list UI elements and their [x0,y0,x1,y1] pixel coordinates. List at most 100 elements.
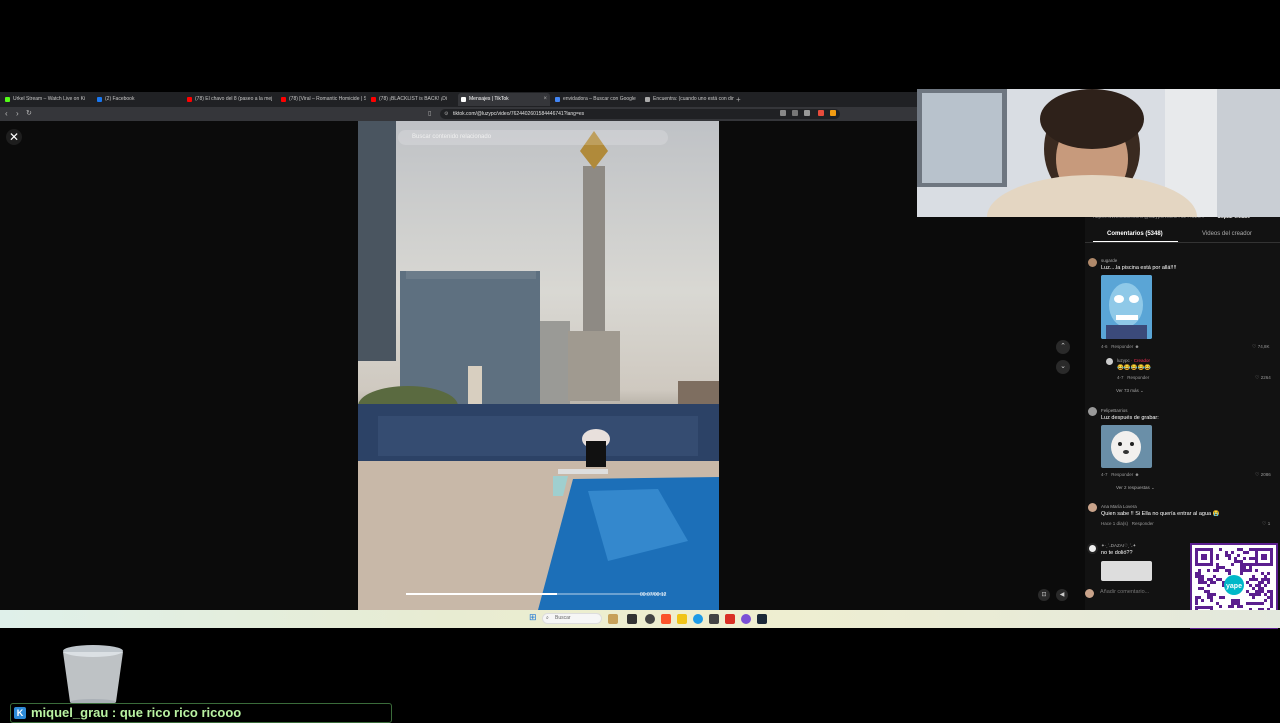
windows-start-icon[interactable]: ⊞ [529,613,538,622]
qr-module [1249,602,1252,605]
back-icon[interactable]: ‹ [5,107,8,121]
qr-module [1213,575,1216,578]
avatar[interactable] [1088,503,1097,512]
view-more-replies[interactable]: Ver 2 respuestas ⌄ [1116,485,1155,491]
related-search-input[interactable]: Buscar contenido relacionado [398,130,668,145]
tab-favicon-icon [555,97,560,102]
brave-icon[interactable] [661,614,671,624]
browser-tab[interactable]: (78) ¡BLACKLIST is BACK! ¡Di [368,93,456,106]
qr-module [1255,602,1258,605]
browser-tab[interactable]: (2) Facebook [94,93,182,106]
qr-module [1210,599,1213,602]
qr-module [1216,566,1219,569]
comment-image[interactable] [1101,561,1152,581]
reply-button[interactable]: Responder [1127,375,1149,380]
comment-gif[interactable] [1101,275,1152,339]
browser-tab[interactable]: Mensajes | TikTok × [458,93,550,106]
extension-icon[interactable] [818,110,824,116]
obs-icon[interactable] [741,614,751,624]
video-player[interactable]: Buscar contenido relacionado 00:07/00:12 [358,121,719,610]
browser-tab[interactable]: (78) El chavo del 8 (paseo a la mej [184,93,274,106]
app-icon[interactable] [725,614,735,624]
qr-module [1258,581,1261,584]
avatar[interactable] [1106,358,1113,365]
heart-icon[interactable]: ♡ [1252,344,1256,350]
qr-module [1255,569,1258,572]
qr-module [1267,590,1270,593]
extension-icon[interactable] [792,110,798,116]
qr-module [1252,575,1255,578]
comment-username[interactable]: sugarde [1101,258,1117,263]
comment-username[interactable]: Ana María Lovera [1101,504,1137,509]
avatar[interactable] [1088,258,1097,267]
close-tab-icon[interactable]: × [543,93,547,106]
heart-icon[interactable]: ♡ [1255,375,1259,381]
reply-button[interactable]: Responder [1111,344,1133,349]
progress-fill [406,593,557,595]
divider [1085,242,1280,243]
qr-module [1249,566,1252,569]
browser-tab[interactable]: Encuentra: (cuando uno está con din [642,93,734,106]
app-icon[interactable] [645,614,655,624]
bookmark-icon[interactable]: ▯ [428,107,431,121]
qr-module [1216,578,1219,581]
reply-button[interactable]: Responder [1111,472,1133,477]
comment-username[interactable]: luzypc [1117,358,1130,363]
taskbar-search[interactable]: ⌕ Buscar [542,613,602,624]
site-info-icon[interactable]: ⚙ [444,109,448,119]
tab-favicon-icon [97,97,102,102]
next-video-button[interactable]: ⌄ [1056,360,1070,374]
browser-tab[interactable]: (78) [Viral – Romantic Homicide | Su [278,93,366,106]
extension-icon[interactable] [780,110,786,116]
heart-icon[interactable]: ♡ [1262,521,1266,527]
widgets-icon[interactable] [608,614,618,624]
tab-favicon-icon [461,97,466,102]
volume-icon[interactable]: ◀ [1056,589,1068,601]
avatar[interactable] [1087,543,1098,554]
qr-module [1213,569,1216,572]
tab-comments[interactable]: Comentarios (5348) [1107,231,1163,237]
reload-icon[interactable]: ↻ [26,107,32,121]
extension-icon[interactable] [830,110,836,116]
close-icon[interactable]: ✕ [6,129,22,145]
browser-tab[interactable]: Urkel Stream – Watch Live on Ki [2,93,90,106]
qr-module [1216,557,1219,560]
comment-username[interactable]: ✦·ˎˊ˗DAZAI♡ˎˊ˗✦ [1101,543,1136,549]
comment-input[interactable]: Añadir comentario... [1100,589,1149,595]
qr-module [1255,593,1258,596]
extension-icon[interactable] [804,110,810,116]
qr-module [1240,605,1243,608]
reply-button[interactable]: Responder [1132,521,1154,526]
task-view-icon[interactable] [627,614,637,624]
new-tab-button[interactable]: + [736,92,741,107]
qr-module [1219,578,1222,581]
forward-icon[interactable]: › [16,107,19,121]
qr-module [1246,590,1249,593]
comment-gif[interactable] [1101,425,1152,468]
heart-icon[interactable]: ♡ [1255,472,1259,478]
qr-module [1204,581,1207,584]
browser-tab[interactable]: envidadora – Buscar con Google [552,93,640,106]
app-icon[interactable] [709,614,719,624]
edge-icon[interactable] [693,614,703,624]
file-explorer-icon[interactable] [677,614,687,624]
tab-creator-videos[interactable]: Videos del creador [1202,231,1252,237]
qr-module [1234,557,1237,560]
qr-module [1213,581,1216,584]
taskbar-search-label: Buscar [555,615,571,621]
progress-bar[interactable] [406,593,666,595]
steam-icon[interactable] [757,614,767,624]
view-more-replies[interactable]: Ver 73 más ⌄ [1116,388,1144,394]
qr-module [1210,596,1213,599]
previous-video-button[interactable]: ⌃ [1056,340,1070,354]
qr-module [1261,602,1264,605]
dog-image [1101,425,1152,468]
comment-text: Luz después de grabar: [1101,415,1159,421]
qr-module [1252,587,1255,590]
cup-graphic [60,644,126,706]
qr-module [1240,572,1243,575]
avatar[interactable] [1088,407,1097,416]
autoscroll-icon[interactable]: ⊡ [1038,589,1050,601]
comment-username[interactable]: FelipeBarrios [1101,408,1128,413]
comment-bar: Añadir comentario... [1085,586,1195,602]
